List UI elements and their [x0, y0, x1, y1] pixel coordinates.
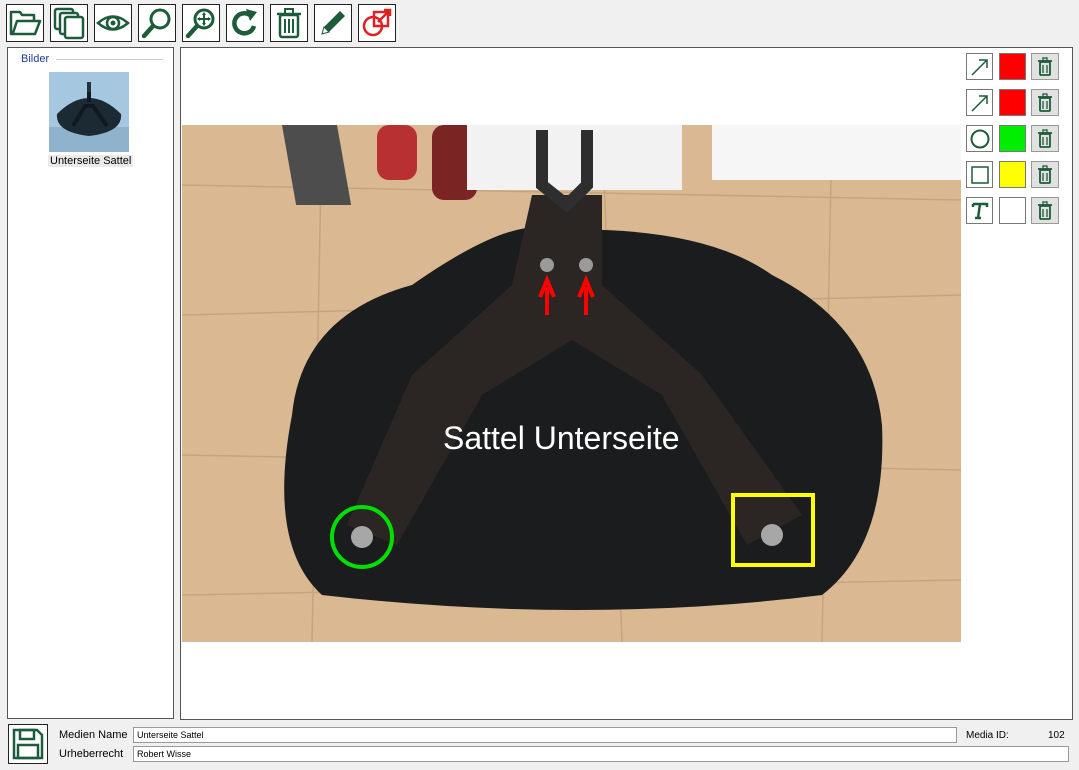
preview-button[interactable] — [94, 4, 132, 42]
stacked-pages-icon — [53, 7, 85, 40]
trash-icon — [1038, 56, 1052, 76]
delete-annotation-button[interactable] — [1031, 125, 1059, 152]
annotation-row-text — [966, 197, 1061, 224]
delete-annotation-button[interactable] — [1031, 197, 1059, 224]
rotate-icon — [232, 9, 257, 36]
folder-open-icon — [9, 10, 42, 36]
annotation-row-arrow-1 — [966, 53, 1061, 80]
trash-icon — [1038, 128, 1052, 148]
group-label: Bilder — [19, 53, 52, 65]
text-icon — [971, 202, 988, 219]
color-swatch[interactable] — [999, 161, 1026, 188]
arrow-tool-button[interactable] — [966, 53, 993, 80]
save-button[interactable] — [8, 724, 48, 764]
circle-tool-button[interactable] — [966, 125, 993, 152]
zoom-fit-button[interactable] — [182, 4, 220, 42]
delete-button[interactable] — [270, 4, 308, 42]
floppy-disk-icon — [12, 728, 44, 760]
trash-icon — [1038, 164, 1052, 184]
color-swatch[interactable] — [999, 53, 1026, 80]
media-id-value: 102 — [1048, 730, 1065, 741]
trash-icon — [277, 8, 301, 39]
copy-pages-button[interactable] — [50, 4, 88, 42]
shapes-icon — [362, 8, 392, 37]
arrow-icon — [970, 58, 988, 76]
shapes-button[interactable] — [358, 4, 396, 42]
annotation-row-arrow-2 — [966, 89, 1061, 116]
medien-name-field[interactable]: Unterseite Sattel — [133, 727, 957, 743]
delete-annotation-button[interactable] — [1031, 161, 1059, 188]
rectangle-icon — [970, 165, 989, 184]
medien-name-label: Medien Name — [59, 729, 128, 741]
rectangle-tool-button[interactable] — [966, 161, 993, 188]
urheberrecht-field[interactable]: Robert Wisse — [133, 746, 1069, 762]
circle-icon — [970, 129, 989, 148]
eye-icon — [96, 15, 130, 31]
image-thumbnail[interactable] — [49, 72, 129, 152]
annotation-row-circle — [966, 125, 1061, 152]
color-swatch[interactable] — [999, 197, 1026, 224]
annotation-text[interactable]: Sattel Unterseite — [443, 420, 680, 457]
media-id-label: Media ID: — [966, 730, 1009, 741]
open-folder-button[interactable] — [6, 4, 44, 42]
thumbnail-caption[interactable]: Unterseite Sattel — [48, 155, 134, 167]
saddle-photo[interactable] — [182, 125, 961, 642]
delete-annotation-button[interactable] — [1031, 53, 1059, 80]
trash-icon — [1038, 200, 1052, 220]
color-swatch[interactable] — [999, 125, 1026, 152]
trash-icon — [1038, 92, 1052, 112]
arrow-tool-button[interactable] — [966, 89, 993, 116]
zoom-button[interactable] — [138, 4, 176, 42]
group-divider — [56, 59, 163, 60]
edit-button[interactable] — [314, 4, 352, 42]
urheberrecht-label: Urheberrecht — [59, 748, 124, 760]
arrow-icon — [970, 94, 988, 112]
rotate-button[interactable] — [226, 4, 264, 42]
delete-annotation-button[interactable] — [1031, 89, 1059, 116]
pencil-icon — [321, 11, 345, 35]
magnifier-move-icon — [185, 8, 215, 39]
magnifier-icon — [141, 8, 171, 39]
text-tool-button[interactable] — [966, 197, 993, 224]
image-canvas[interactable]: Sattel Unterseite — [180, 47, 1073, 720]
color-swatch[interactable] — [999, 89, 1026, 116]
annotation-row-rectangle — [966, 161, 1061, 188]
image-list-panel: Bilder Unterseite Sattel — [7, 47, 174, 719]
